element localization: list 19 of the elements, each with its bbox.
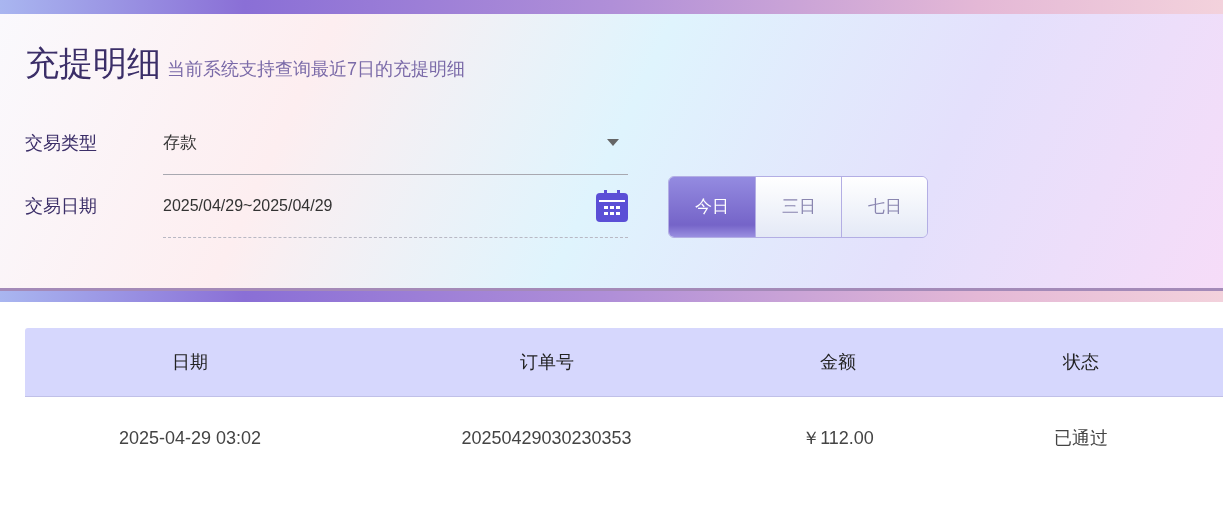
type-select[interactable]: 存款 — [163, 112, 628, 175]
table-cell-text: 2025-04-29 03:02 — [117, 426, 263, 450]
page-subtitle: 当前系统支持查询最近7日的充提明细 — [167, 58, 465, 81]
filter-label: 交易类型 — [25, 132, 98, 155]
table-cell-text: ￥112.00 — [801, 426, 875, 450]
table-cell-text: 20250429030230353 — [460, 426, 633, 450]
filter-label: 交易日期 — [25, 195, 98, 218]
date-range-field[interactable]: 2025/04/29~2025/04/29 — [163, 175, 628, 238]
range-tab[interactable]: 今日 — [669, 177, 755, 237]
range-tab[interactable]: 三日 — [755, 177, 841, 237]
column-header: 状态 — [1061, 350, 1100, 374]
column-header: 订单号 — [518, 350, 575, 374]
calendar-icon — [596, 190, 628, 222]
range-tab[interactable]: 七日 — [841, 177, 927, 237]
column-header: 日期 — [171, 350, 209, 374]
dropdown-caret-icon — [607, 139, 619, 147]
table-cell-text: 已通过 — [1052, 426, 1109, 450]
column-header: 金额 — [819, 350, 857, 374]
page-title: 充提明细 — [25, 44, 161, 82]
